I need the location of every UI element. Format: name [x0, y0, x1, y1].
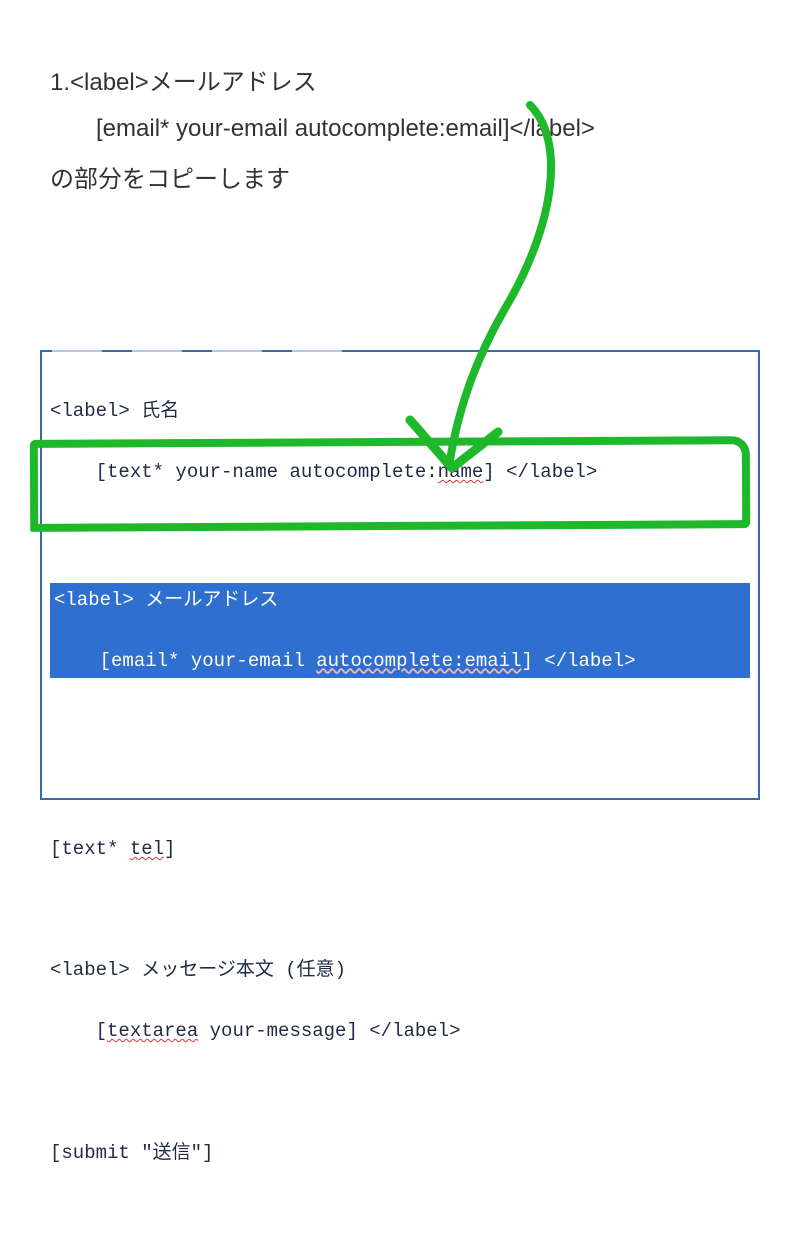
- tab-nub: [132, 350, 182, 352]
- instruction-text: 1.<label>メールアドレス [email* your-email auto…: [50, 60, 595, 203]
- spellcheck-wavy: textarea: [107, 1020, 198, 1042]
- code-text: <label> メールアドレス: [54, 589, 278, 611]
- code-line: <label> 氏名: [50, 396, 750, 426]
- code-line: <label> メッセージ本文 (任意): [50, 955, 750, 985]
- code-text: [text* your-name autocomplete:: [50, 461, 438, 483]
- code-line: [email* your-email autocomplete:email] <…: [54, 646, 746, 676]
- code-text: <label> 氏名: [50, 400, 179, 422]
- code-area[interactable]: <label> 氏名 [text* your-name autocomplete…: [42, 352, 758, 1237]
- form-template-editor[interactable]: <label> 氏名 [text* your-name autocomplete…: [40, 350, 760, 800]
- tab-nub: [212, 350, 262, 352]
- spellcheck-wavy: autocomplete:email: [316, 650, 521, 672]
- spellcheck-wavy: tel: [130, 838, 164, 860]
- tab-nub: [52, 350, 102, 352]
- spellcheck-wavy: name: [438, 461, 484, 483]
- selected-text-block: <label> メールアドレス [email* your-email autoc…: [50, 583, 750, 678]
- code-line: <label> メールアドレス: [54, 585, 746, 615]
- instruction-line-2: [email* your-email autocomplete:email]</…: [50, 106, 595, 152]
- blank-line: [50, 1077, 750, 1107]
- instruction-line-1: 1.<label>メールアドレス: [50, 60, 595, 106]
- tab-nubs: [52, 350, 342, 352]
- tab-nub: [292, 350, 342, 352]
- code-line: [text* tel]: [50, 834, 750, 864]
- blank-line: [50, 518, 750, 548]
- blank-line: [50, 773, 750, 803]
- code-text: [: [50, 1020, 107, 1042]
- code-text: your-message] </label>: [198, 1020, 460, 1042]
- instruction-line-3: の部分をコピーします: [50, 157, 595, 203]
- code-line: [textarea your-message] </label>: [50, 1016, 750, 1046]
- code-line: [submit "送信"]: [50, 1138, 750, 1168]
- blank-line: [50, 895, 750, 925]
- code-text: [submit "送信"]: [50, 1142, 213, 1164]
- code-text: <label> メッセージ本文 (任意): [50, 959, 346, 981]
- code-text: ]: [164, 838, 175, 860]
- blank-line: [50, 712, 750, 742]
- code-text: [text*: [50, 838, 130, 860]
- code-text: [email* your-email: [54, 650, 316, 672]
- code-line: [text* your-name autocomplete:name] </la…: [50, 457, 750, 487]
- code-text: ] </label>: [521, 650, 635, 672]
- code-text: ] </label>: [483, 461, 597, 483]
